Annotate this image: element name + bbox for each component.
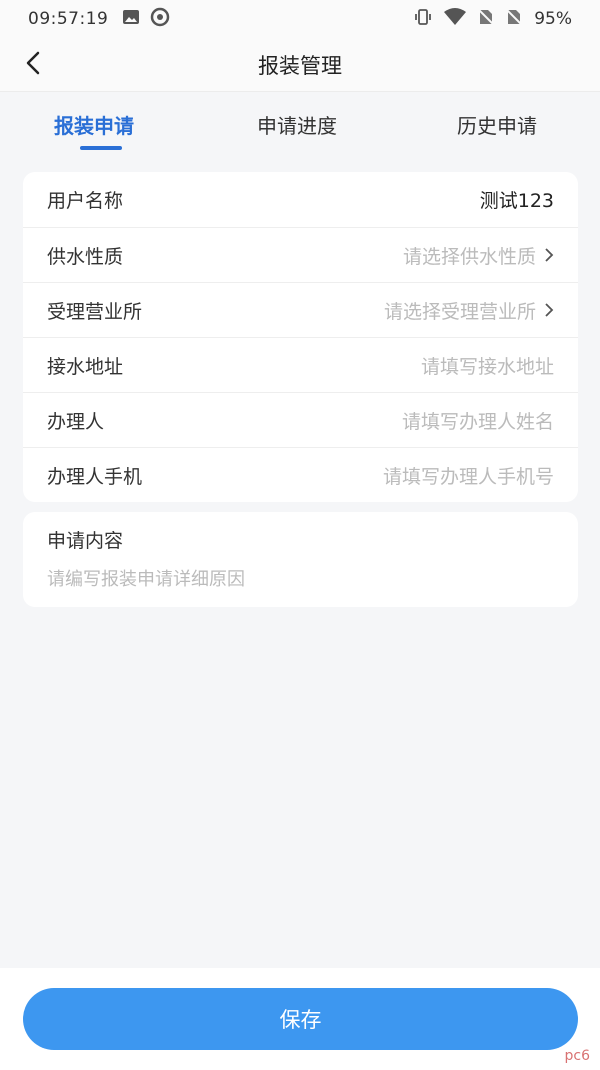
service-office-select[interactable]: 请选择受理营业所 — [384, 297, 554, 324]
service-office-label: 受理营业所 — [47, 300, 143, 323]
tab-bar: 报装申请 申请进度 历史申请 — [0, 92, 600, 156]
handler-name-field[interactable]: 请填写办理人姓名 — [402, 407, 554, 434]
active-tab-indicator — [80, 146, 122, 150]
watermark-logo: pc6 — [564, 1048, 591, 1064]
nav-bar: 报装管理 — [0, 38, 600, 92]
user-name-value: 测试123 — [479, 190, 554, 212]
vibrate-icon — [414, 8, 432, 31]
water-type-row[interactable]: 供水性质 请选择供水性质 — [23, 227, 578, 282]
address-label: 接水地址 — [47, 355, 124, 378]
image-icon — [122, 9, 140, 30]
no-sim-icon-2 — [505, 7, 523, 31]
handler-phone-label: 办理人手机 — [47, 465, 143, 488]
address-field[interactable]: 请填写接水地址 — [421, 352, 554, 379]
handler-phone-row: 办理人手机 请填写办理人手机号 — [23, 447, 578, 502]
wifi-icon — [444, 7, 467, 31]
user-name-row: 用户名称 测试123 — [23, 172, 578, 227]
bottom-bar: 保存 pc6 — [0, 968, 600, 1070]
content-label: 申请内容 — [47, 530, 124, 552]
chevron-right-icon — [544, 302, 554, 318]
chevron-right-icon — [544, 247, 554, 263]
tab-progress[interactable]: 申请进度 — [257, 110, 337, 139]
eye-sync-icon — [150, 7, 170, 32]
content-card: 申请内容 请编写报装申请详细原因 — [23, 512, 578, 607]
save-button[interactable]: 保存 — [23, 988, 578, 1050]
water-type-label: 供水性质 — [47, 245, 124, 268]
content-textarea[interactable]: 请编写报装申请详细原因 — [47, 565, 554, 591]
service-office-row[interactable]: 受理营业所 请选择受理营业所 — [23, 282, 578, 337]
status-time: 09:57:19 — [28, 9, 109, 29]
no-sim-icon — [477, 7, 495, 31]
page-title: 报装管理 — [258, 54, 342, 78]
application-form: 用户名称 测试123 供水性质 请选择供水性质 受理营业所 请选择受理营业所 接… — [23, 172, 578, 502]
water-type-select[interactable]: 请选择供水性质 — [403, 242, 554, 269]
address-row: 接水地址 请填写接水地址 — [23, 337, 578, 392]
battery-level: 95% — [534, 9, 572, 29]
handler-phone-field[interactable]: 请填写办理人手机号 — [383, 462, 554, 489]
service-office-placeholder: 请选择受理营业所 — [383, 300, 536, 323]
handler-row: 办理人 请填写办理人姓名 — [23, 392, 578, 447]
tab-history[interactable]: 历史申请 — [457, 110, 537, 139]
user-name-label: 用户名称 — [47, 190, 124, 212]
status-bar: 09:57:19 95% — [0, 0, 600, 38]
water-type-placeholder: 请选择供水性质 — [402, 245, 536, 268]
tab-apply[interactable]: 报装申请 — [54, 110, 134, 139]
handler-label: 办理人 — [47, 410, 105, 433]
